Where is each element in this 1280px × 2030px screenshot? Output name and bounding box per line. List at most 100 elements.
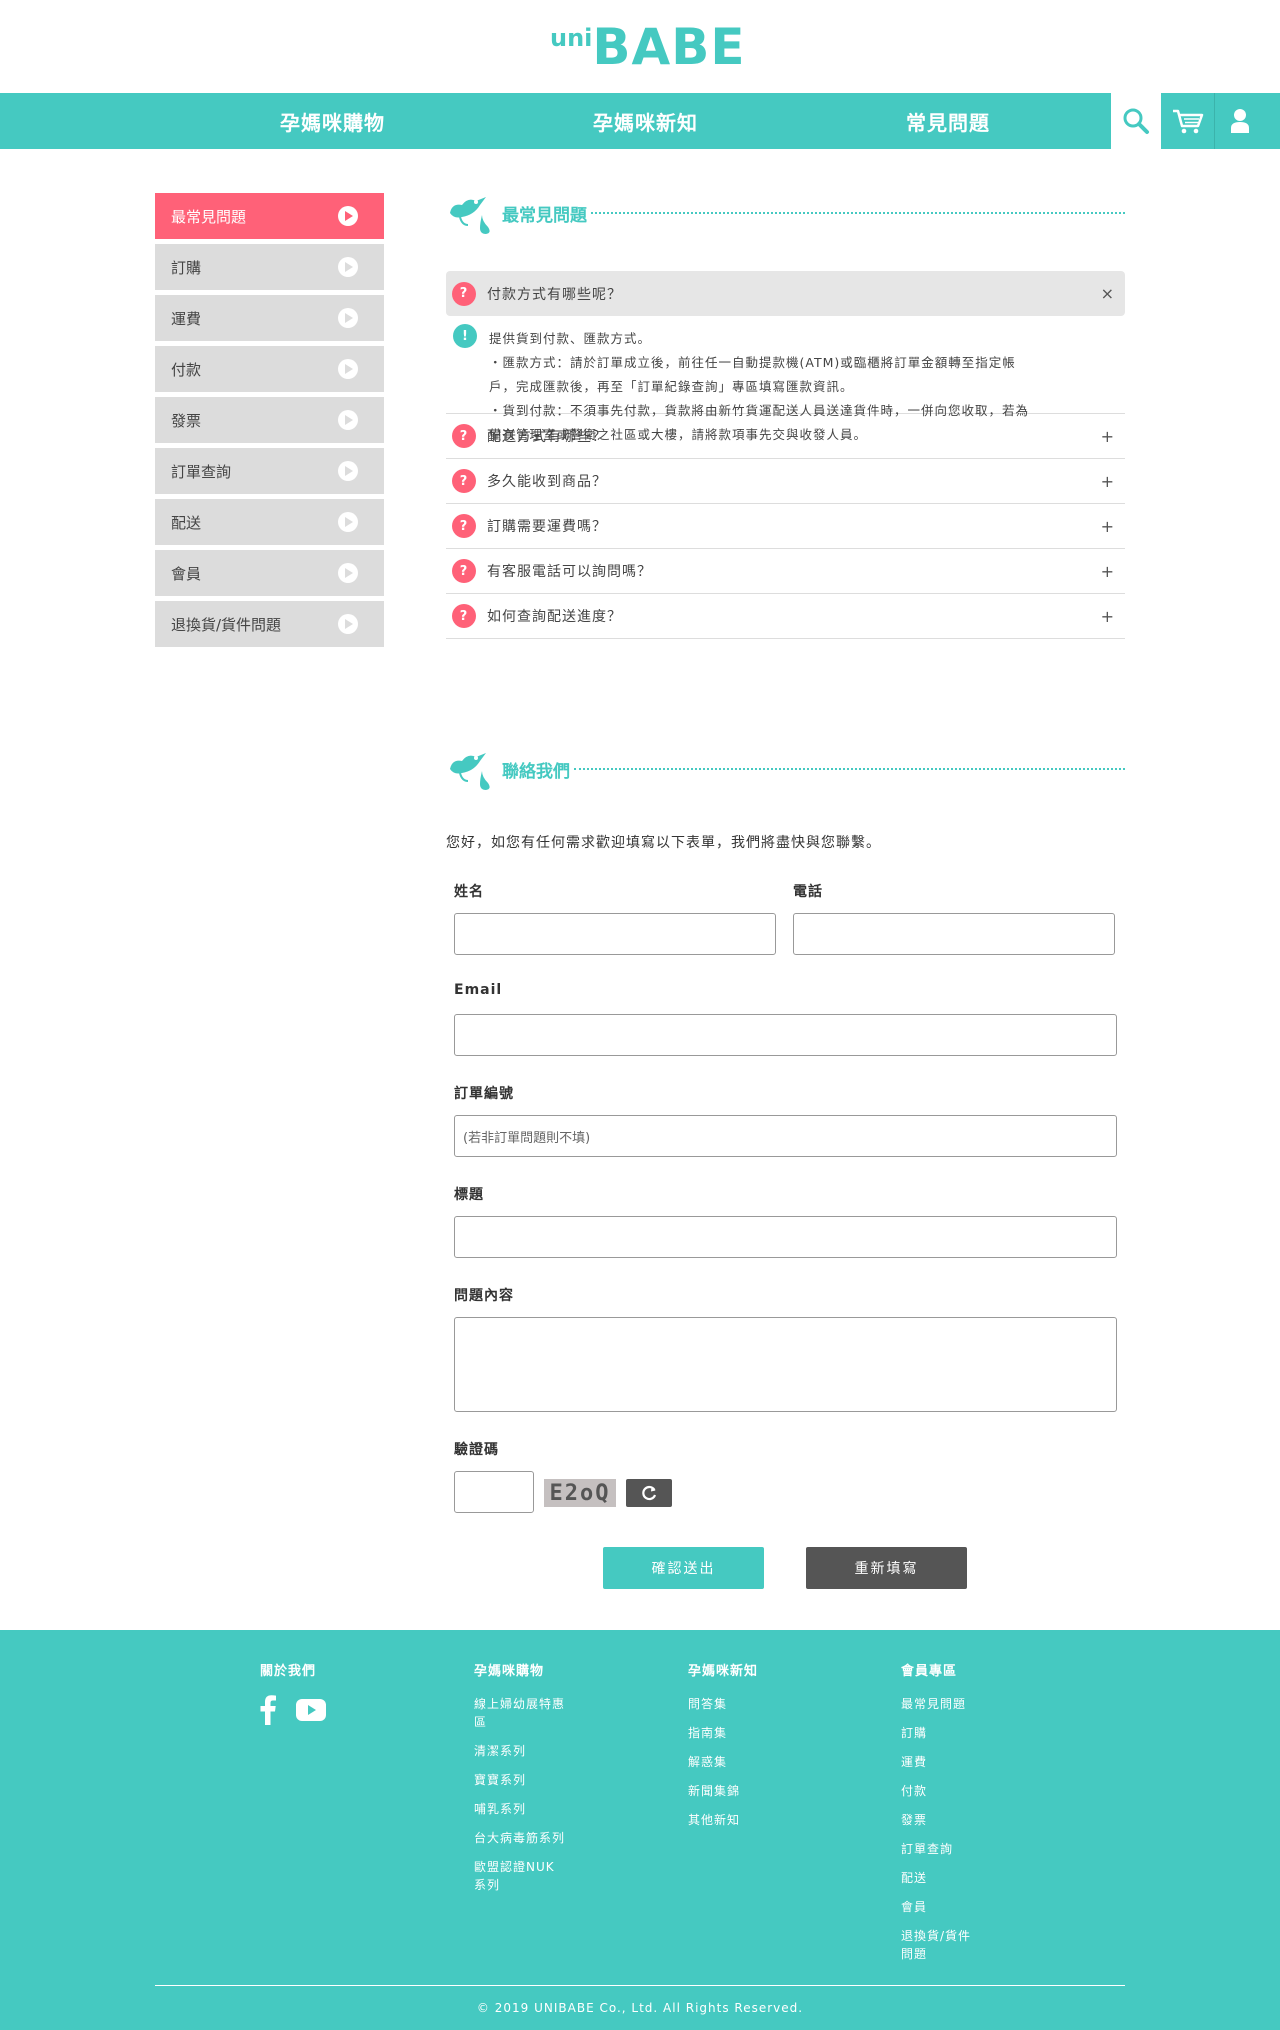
footer-link[interactable]: 歐盟認證NUK系列 bbox=[474, 1858, 566, 1894]
sidebar-item-order-query[interactable]: 訂單查詢 bbox=[155, 448, 384, 494]
logo-prefix: uni bbox=[550, 24, 593, 52]
sidebar-item-label: 配送 bbox=[171, 513, 202, 532]
title-divider bbox=[591, 212, 1125, 214]
sidebar-item-label: 發票 bbox=[171, 411, 202, 430]
stork-icon bbox=[450, 197, 490, 234]
content-label: 問題內容 bbox=[454, 1288, 514, 1304]
sidebar-item-label: 訂購 bbox=[171, 258, 202, 277]
sidebar-item-order[interactable]: 訂購 bbox=[155, 244, 384, 290]
member-button[interactable] bbox=[1214, 93, 1264, 149]
subject-field[interactable] bbox=[454, 1216, 1117, 1258]
footer-link[interactable]: 清潔系列 bbox=[474, 1742, 566, 1760]
plus-icon[interactable]: + bbox=[1101, 472, 1115, 491]
footer-col-title: 關於我們 bbox=[260, 1664, 317, 1679]
footer-link[interactable]: 新聞集錦 bbox=[688, 1782, 780, 1800]
sidebar-item-label: 訂單查詢 bbox=[171, 462, 232, 481]
captcha-label: 驗證碼 bbox=[454, 1442, 499, 1458]
faq-section-title: 最常見問題 bbox=[446, 190, 1125, 236]
plus-icon[interactable]: + bbox=[1101, 562, 1115, 581]
footer-divider bbox=[155, 1985, 1125, 1986]
sidebar-item-member[interactable]: 會員 bbox=[155, 550, 384, 596]
faq-accordion: ? 付款方式有哪些呢？ × ! 提供貨到付款、匯款方式。 ・匯款方式：請於訂單成… bbox=[446, 271, 1125, 639]
play-icon bbox=[338, 257, 358, 277]
email-label: Email bbox=[454, 982, 503, 998]
site-logo[interactable]: uniBABE bbox=[550, 18, 745, 76]
contact-title: 聯絡我們 bbox=[502, 761, 570, 782]
user-icon bbox=[1230, 109, 1249, 133]
footer-link[interactable]: 解惑集 bbox=[688, 1753, 780, 1771]
question-icon: ? bbox=[452, 281, 476, 306]
captcha-field[interactable] bbox=[454, 1471, 534, 1513]
sidebar-item-faq[interactable]: 最常見問題 bbox=[155, 193, 384, 239]
faq-question[interactable]: ? 如何查詢配送進度？ + bbox=[446, 594, 1125, 639]
footer-link[interactable]: 訂單查詢 bbox=[901, 1840, 981, 1858]
footer-link[interactable]: 訂購 bbox=[901, 1724, 981, 1742]
facebook-icon[interactable] bbox=[260, 1695, 276, 1725]
faq-question[interactable]: ? 多久能收到商品？ + bbox=[446, 459, 1125, 504]
footer-link[interactable]: 線上婦幼展特惠區 bbox=[474, 1695, 566, 1731]
plus-icon[interactable]: + bbox=[1101, 607, 1115, 626]
sidebar-item-delivery[interactable]: 配送 bbox=[155, 499, 384, 545]
captcha-image: E2oQ bbox=[544, 1479, 616, 1507]
play-icon bbox=[338, 206, 358, 226]
footer-link[interactable]: 寶寶系列 bbox=[474, 1771, 566, 1789]
email-field[interactable] bbox=[454, 1014, 1117, 1056]
sidebar-item-shipping-fee[interactable]: 運費 bbox=[155, 295, 384, 341]
nav-news[interactable]: 孕媽咪新知 bbox=[593, 107, 698, 136]
close-icon[interactable]: × bbox=[1101, 284, 1115, 303]
search-button[interactable] bbox=[1111, 93, 1161, 149]
footer-link[interactable]: 問答集 bbox=[688, 1695, 780, 1713]
faq-question[interactable]: ? 訂購需要運費嗎？ + bbox=[446, 504, 1125, 549]
faq-title: 最常見問題 bbox=[502, 205, 587, 226]
footer-link[interactable]: 台大病毒筋系列 bbox=[474, 1829, 566, 1847]
plus-icon[interactable]: + bbox=[1101, 517, 1115, 536]
contact-intro: 您好，如您有任何需求歡迎填寫以下表單，我們將盡快與您聯繫。 bbox=[446, 835, 881, 851]
faq-question-open[interactable]: ? 付款方式有哪些呢？ × bbox=[446, 271, 1125, 316]
footer-link[interactable]: 配送 bbox=[901, 1869, 981, 1887]
contact-section-title: 聯絡我們 bbox=[446, 746, 1125, 792]
captcha-refresh-button[interactable] bbox=[626, 1479, 672, 1507]
faq-answer-line: ・匯款方式：請於訂單成立後，前往任一自動提款機(ATM)或臨櫃將訂單金額轉至指定… bbox=[489, 355, 1016, 370]
copyright: © 2019 UNIBABE Co., Ltd. All Rights Rese… bbox=[476, 2001, 804, 2015]
sidebar-item-invoice[interactable]: 發票 bbox=[155, 397, 384, 443]
name-label: 姓名 bbox=[454, 884, 484, 900]
sidebar-item-payment[interactable]: 付款 bbox=[155, 346, 384, 392]
footer-col-title: 孕媽咪新知 bbox=[688, 1664, 759, 1679]
faq-question[interactable]: ? 有客服電話可以詢問嗎？ + bbox=[446, 549, 1125, 594]
reset-button[interactable]: 重新填寫 bbox=[806, 1547, 967, 1589]
question-icon: ? bbox=[452, 469, 476, 493]
nav-shopping[interactable]: 孕媽咪購物 bbox=[280, 107, 385, 136]
cart-button[interactable] bbox=[1163, 93, 1213, 149]
footer-link[interactable]: 最常見問題 bbox=[901, 1695, 981, 1713]
footer-link[interactable]: 運費 bbox=[901, 1753, 981, 1771]
order-number-field[interactable]: (若非訂單問題則不填) bbox=[454, 1115, 1117, 1157]
site-footer: 關於我們 孕媽咪購物 線上婦幼展特惠區 清潔系列 寶寶系列 哺乳系列 台大病毒筋… bbox=[0, 1630, 1280, 2030]
order-number-placeholder: (若非訂單問題則不填) bbox=[463, 1130, 591, 1146]
sidebar-item-label: 退換貨/貨件問題 bbox=[171, 615, 282, 634]
footer-link[interactable]: 其他新知 bbox=[688, 1811, 780, 1829]
footer-col-about: 關於我們 bbox=[260, 1660, 326, 1725]
refresh-icon bbox=[642, 1485, 657, 1501]
footer-link[interactable]: 會員 bbox=[901, 1898, 981, 1916]
sidebar-item-label: 運費 bbox=[171, 309, 202, 328]
sidebar-item-label: 付款 bbox=[171, 360, 202, 379]
phone-field[interactable] bbox=[793, 913, 1115, 955]
nav-faq[interactable]: 常見問題 bbox=[906, 107, 990, 136]
submit-button[interactable]: 確認送出 bbox=[603, 1547, 764, 1589]
youtube-icon[interactable] bbox=[296, 1699, 326, 1721]
sidebar-item-returns[interactable]: 退換貨/貨件問題 bbox=[155, 601, 384, 647]
footer-link[interactable]: 退換貨/貨件問題 bbox=[901, 1927, 981, 1963]
title-divider bbox=[574, 768, 1125, 770]
footer-col-title: 孕媽咪購物 bbox=[474, 1664, 545, 1679]
footer-link[interactable]: 指南集 bbox=[688, 1724, 780, 1742]
footer-link[interactable]: 發票 bbox=[901, 1811, 981, 1829]
footer-link[interactable]: 哺乳系列 bbox=[474, 1800, 566, 1818]
content-textarea[interactable] bbox=[454, 1317, 1117, 1412]
name-field[interactable] bbox=[454, 913, 776, 955]
main-navbar: 孕媽咪購物 孕媽咪新知 常見問題 bbox=[0, 93, 1280, 149]
faq-answer-line: 戶，完成匯款後，再至「訂單紀錄查詢」專區填寫匯款資訊。 bbox=[489, 379, 854, 394]
faq-question-text: 有客服電話可以詢問嗎？ bbox=[487, 564, 652, 580]
footer-link[interactable]: 付款 bbox=[901, 1782, 981, 1800]
question-icon: ? bbox=[452, 559, 476, 583]
faq-sidebar: 最常見問題 訂購 運費 付款 發票 訂單查詢 配送 會員 退換貨/貨件問題 bbox=[155, 193, 384, 652]
